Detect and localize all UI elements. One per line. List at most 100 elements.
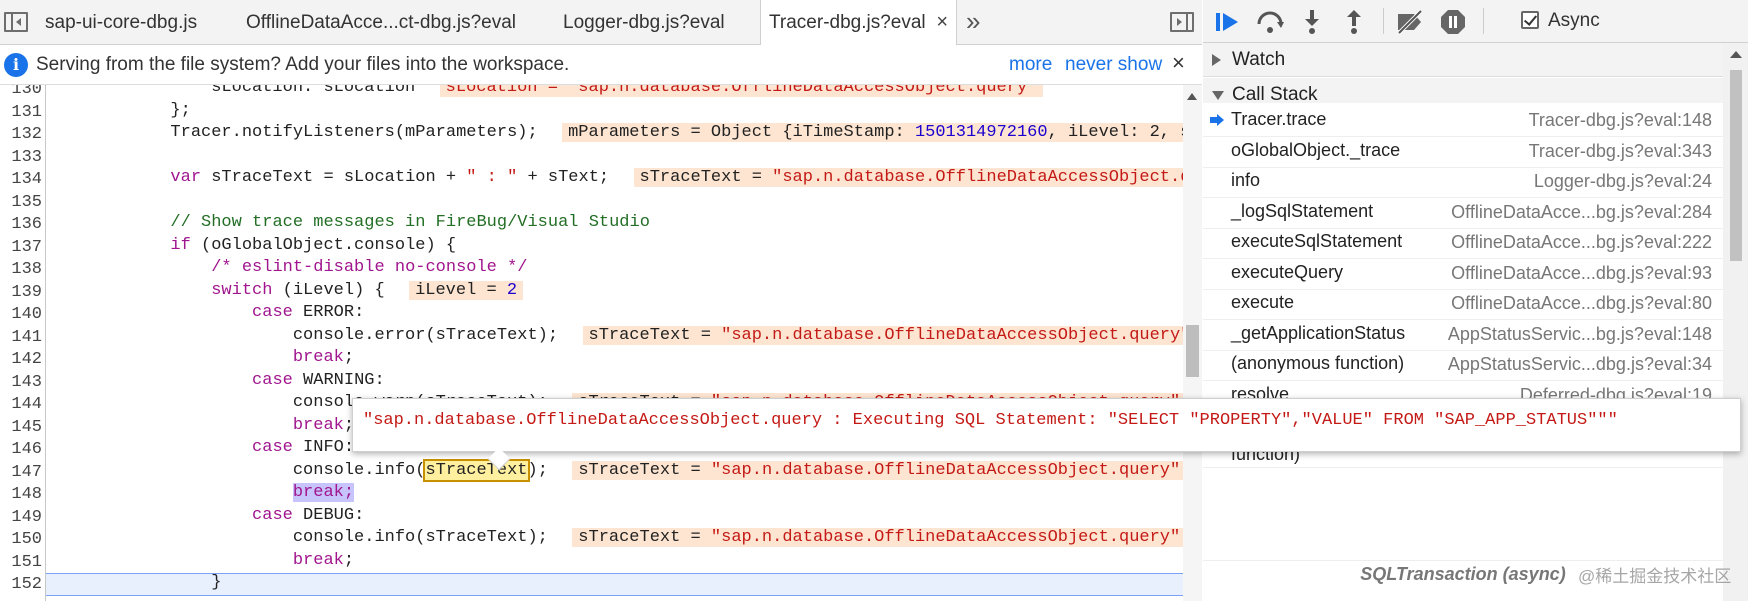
code-token: case — [252, 505, 293, 525]
never-show-link[interactable]: never show — [1065, 54, 1162, 76]
code-line: case INFO: — [48, 438, 354, 461]
close-infobar-icon[interactable]: × — [1172, 50, 1185, 76]
line-number[interactable]: 137 — [0, 236, 42, 259]
code-token: /* eslint-disable no-console */ — [211, 258, 528, 277]
workspace-infobar: i Serving from the file system? Add your… — [0, 45, 1202, 85]
frame-location-link[interactable]: Tracer-dbg.js?eval:343 — [1529, 141, 1712, 162]
line-number[interactable]: 131 — [0, 101, 42, 124]
toolbar-separator — [1383, 8, 1384, 34]
line-number[interactable]: 152 — [0, 573, 42, 596]
code-line: case DEBUG: — [48, 506, 364, 529]
tab-tracer[interactable]: Tracer-dbg.js?eval × — [760, 0, 957, 46]
code-token: case — [252, 303, 293, 322]
call-stack-frame[interactable]: info Logger-dbg.js?eval:24 — [1203, 164, 1723, 198]
frame-function-name: Tracer.trace — [1231, 109, 1327, 129]
frame-function-name: (anonymous function) — [1231, 353, 1405, 373]
editor-tab-bar: sap-ui-core-dbg.js OfflineDataAcce...ct-… — [0, 0, 1202, 46]
tab-sap-ui-core[interactable]: sap-ui-core-dbg.js — [45, 0, 197, 45]
sidebar-scrollbar[interactable] — [1723, 43, 1748, 601]
more-tabs-icon[interactable]: » — [966, 0, 980, 45]
frame-location-link[interactable]: AppStatusServic...dbg.js?eval:34 — [1448, 354, 1712, 375]
code-line: sLocation: sLocation sLocation = "sap.n.… — [48, 85, 1044, 101]
call-stack-frame[interactable]: oGlobalObject._trace Tracer-dbg.js?eval:3… — [1203, 134, 1723, 168]
frame-location-link[interactable]: OfflineDataAcce...bg.js?eval:284 — [1451, 202, 1712, 223]
code-token: (oGlobalObject.console) { — [190, 235, 457, 255]
line-number[interactable]: 143 — [0, 371, 42, 394]
line-number[interactable]: 151 — [0, 551, 42, 574]
scrollbar-thumb[interactable] — [1186, 325, 1199, 377]
line-number[interactable]: 136 — [0, 213, 42, 236]
current-frame-arrow-icon — [1210, 114, 1224, 126]
line-number[interactable]: 141 — [0, 326, 42, 349]
inline-value-text: "sap.n.database.OfflineDataAccessObject.… — [710, 528, 1181, 547]
step-out-icon[interactable] — [1340, 8, 1368, 36]
resume-icon[interactable] — [1213, 8, 1241, 36]
line-number[interactable]: 139 — [0, 281, 42, 304]
frame-location-link[interactable]: Logger-dbg.js?eval:24 — [1534, 171, 1712, 192]
code-token: break — [292, 348, 344, 367]
scrollbar-thumb[interactable] — [1730, 70, 1742, 261]
frame-location-link[interactable]: OfflineDataAcce...dbg.js?eval:93 — [1451, 263, 1712, 284]
line-number[interactable]: 135 — [0, 191, 42, 214]
watch-section-header[interactable]: Watch — [1203, 43, 1723, 77]
line-number[interactable]: 150 — [0, 528, 42, 551]
step-over-icon[interactable] — [1255, 8, 1284, 36]
editor-scrollbar[interactable] — [1183, 85, 1202, 601]
tab-logger[interactable]: Logger-dbg.js?eval — [563, 0, 725, 45]
line-number[interactable]: 147 — [0, 461, 42, 484]
call-stack-frame[interactable]: executeSqlStatement OfflineDataAcce...bg.… — [1203, 225, 1723, 259]
line-number[interactable]: 149 — [0, 506, 42, 529]
line-number[interactable]: 148 — [0, 483, 42, 506]
call-stack-frame[interactable]: _getApplicationStatus AppStatusServic...b… — [1203, 317, 1723, 351]
code-token: console.error(sTraceText); — [48, 325, 579, 345]
pause-on-exceptions-icon[interactable] — [1439, 8, 1467, 36]
frame-location-link[interactable]: AppStatusServic...bg.js?eval:148 — [1448, 324, 1712, 345]
frame-location-link[interactable]: OfflineDataAcce...bg.js?eval:222 — [1451, 232, 1712, 253]
call-stack-frame[interactable]: executeQuery OfflineDataAcce...dbg.js?eva… — [1203, 256, 1723, 290]
toggle-debugger-icon[interactable] — [1170, 12, 1194, 32]
expand-arrow-icon — [1212, 54, 1221, 66]
line-number[interactable]: 130 — [0, 85, 42, 101]
code-token: } — [48, 573, 222, 592]
async-checkbox[interactable] — [1521, 11, 1539, 29]
inline-value-text: "sap.n.database.OfflineDataAccessObject.… — [772, 168, 1183, 187]
more-link[interactable]: more — [1009, 54, 1052, 76]
devtools-sources-panel: sap-ui-core-dbg.js OfflineDataAcce...ct-… — [0, 0, 1748, 601]
line-number[interactable]: 133 — [0, 146, 42, 169]
code-editor[interactable]: 130 131 132 133 134 135 136 137 138 139 140 141 142 1… — [0, 85, 1183, 601]
frame-function-name: executeQuery — [1231, 261, 1344, 282]
hovered-variable[interactable]: sTraceText — [423, 458, 530, 482]
line-number[interactable]: 142 — [0, 348, 42, 371]
call-stack-frame[interactable]: (anonymous function) AppStatusServic...db… — [1203, 347, 1723, 381]
code-token: ; — [343, 550, 355, 570]
line-number[interactable]: 132 — [0, 123, 42, 146]
line-number[interactable]: 145 — [0, 416, 42, 439]
line-number[interactable]: 140 — [0, 303, 42, 326]
line-number[interactable]: 146 — [0, 438, 42, 461]
call-stack-frame[interactable]: Tracer.trace Tracer-dbg.js?eval:148 — [1203, 103, 1723, 137]
scroll-up-icon[interactable] — [1187, 93, 1197, 100]
frame-location-link[interactable]: Tracer-dbg.js?eval:148 — [1529, 110, 1712, 131]
scroll-up-icon[interactable] — [1730, 51, 1742, 58]
toggle-navigator-icon[interactable] — [4, 12, 28, 32]
code-token: + sText; — [517, 168, 630, 187]
frame-location-link[interactable]: OfflineDataAcce...dbg.js?eval:80 — [1451, 293, 1712, 314]
call-stack-frame[interactable]: execute OfflineDataAcce...dbg.js?eval:80 — [1203, 286, 1723, 320]
line-number[interactable]: 144 — [0, 393, 42, 416]
code-line: console.error(sTraceText); sTraceText = … — [48, 325, 1183, 349]
tab-label: sap-ui-core-dbg.js — [45, 12, 198, 33]
code-line: break; — [48, 551, 354, 574]
line-number[interactable]: 138 — [0, 258, 42, 281]
line-number-gutter[interactable]: 130 131 132 133 134 135 136 137 138 139 140 141 142 1… — [0, 85, 46, 601]
step-into-icon[interactable] — [1298, 8, 1326, 36]
deactivate-breakpoints-icon[interactable] — [1395, 8, 1423, 36]
close-tab-icon[interactable]: × — [936, 0, 948, 45]
line-number[interactable]: 134 — [0, 168, 42, 191]
collapse-arrow-icon — [1212, 91, 1224, 100]
call-stack-frame[interactable]: _logSqlStatement OfflineDataAcce...bg.js?… — [1203, 195, 1723, 229]
info-icon: i — [4, 53, 28, 77]
code-token: ); — [527, 460, 569, 480]
tab-offlinedataaccessobject[interactable]: OfflineDataAcce...ct-dbg.js?eval — [246, 0, 516, 45]
